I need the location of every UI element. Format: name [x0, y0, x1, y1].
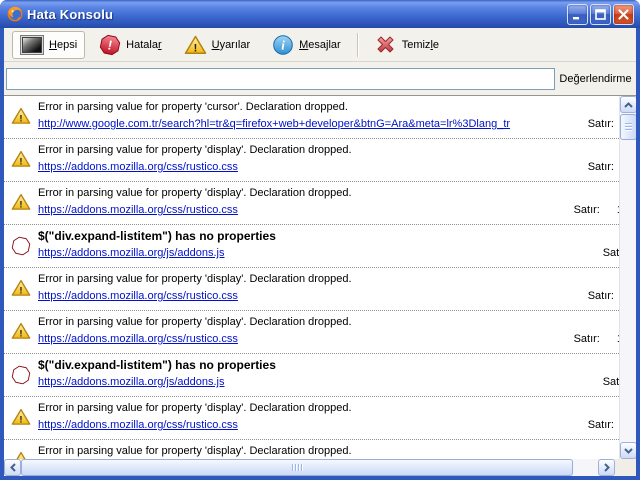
error-icon: ! [11, 236, 31, 256]
toolbar-button-all[interactable]: Hepsi [12, 31, 85, 59]
scroll-left-button[interactable] [4, 459, 21, 476]
info-icon: i [272, 34, 294, 56]
scroll-down-button[interactable] [620, 442, 636, 459]
warning-icon: ! [11, 107, 31, 127]
console-row[interactable]: ! ! Error in parsing value for property … [4, 96, 619, 139]
scrollbar-corner [615, 459, 636, 476]
console-row[interactable]: ! ! $("div.expand-listitem") has no prop… [4, 225, 619, 268]
horizontal-scroll-thumb[interactable] [21, 459, 573, 476]
toolbar-button-clear-label: Temizle [402, 39, 439, 51]
console-row[interactable]: ! ! Error in parsing value for property … [4, 182, 619, 225]
warning-icon: ! [11, 322, 31, 342]
source-link[interactable]: https://addons.mozilla.org/css/rustico.c… [38, 161, 238, 173]
line-label: Satır: [588, 419, 614, 431]
warning-icon: ! [11, 451, 31, 459]
error-message: Error in parsing value for property 'dis… [38, 187, 352, 199]
client-area: Hepsi ! Hatalar [4, 28, 636, 476]
scroll-up-button[interactable] [620, 96, 636, 113]
horizontal-scroll-track[interactable] [21, 459, 598, 476]
svg-text:i: i [281, 37, 285, 52]
console-region: ! ! Error in parsing value for property … [4, 95, 636, 476]
horizontal-scrollbar[interactable] [4, 459, 636, 476]
line-label: Satır: [603, 247, 619, 259]
error-console-window: Hata Konsolu [0, 0, 640, 480]
line-label: Satır: [588, 290, 614, 302]
console-row[interactable]: ! ! Error in parsing value for property … [4, 397, 619, 440]
svg-text:!: ! [19, 200, 22, 211]
toolbar-button-messages-label: Mesajlar [299, 39, 341, 51]
minimize-button[interactable] [567, 4, 588, 25]
console-row[interactable]: ! ! Error in parsing value for property … [4, 139, 619, 182]
console-list: ! ! Error in parsing value for property … [4, 96, 619, 459]
error-icon: ! [99, 34, 121, 56]
console-row[interactable]: ! ! Error in parsing value for property … [4, 440, 619, 459]
toolbar-button-errors-label: Hatalar [126, 39, 161, 51]
source-link[interactable]: https://addons.mozilla.org/js/addons.js [38, 247, 225, 259]
console-row[interactable]: ! ! Error in parsing value for property … [4, 268, 619, 311]
evaluate-row: Değerlendirme [4, 62, 636, 95]
toolbar-button-errors[interactable]: ! Hatalar [91, 31, 169, 59]
warning-icon: ! [184, 35, 207, 55]
toolbar-separator [357, 33, 359, 57]
evaluate-button[interactable]: Değerlendirme [555, 73, 636, 85]
toolbar: Hepsi ! Hatalar [4, 28, 636, 62]
svg-text:!: ! [18, 368, 25, 383]
source-link[interactable]: https://addons.mozilla.org/css/rustico.c… [38, 333, 238, 345]
close-button[interactable] [613, 4, 634, 25]
error-message: Error in parsing value for property 'dis… [38, 445, 352, 457]
line-label: Satır: [603, 376, 619, 388]
error-message: $("div.expand-listitem") has no properti… [38, 229, 276, 243]
firefox-icon [7, 6, 23, 22]
maximize-button[interactable] [590, 4, 611, 25]
toolbar-button-warnings-label: Uyarılar [212, 39, 251, 51]
toolbar-button-warnings[interactable]: ! Uyarılar [176, 31, 259, 59]
clear-icon [374, 33, 397, 56]
source-link[interactable]: https://addons.mozilla.org/js/addons.js [38, 376, 225, 388]
error-message: Error in parsing value for property 'dis… [38, 144, 352, 156]
line-label: Satır:1 [574, 333, 619, 345]
window-controls [567, 4, 634, 25]
warning-icon: ! [11, 408, 31, 428]
svg-text:!: ! [193, 42, 197, 54]
source-link[interactable]: http://www.google.com.tr/search?hl=tr&q=… [38, 118, 510, 130]
line-label: Satır: [588, 118, 614, 130]
toolbar-button-clear[interactable]: Temizle [366, 31, 447, 59]
vertical-scroll-thumb[interactable] [620, 114, 636, 140]
source-link[interactable]: https://addons.mozilla.org/css/rustico.c… [38, 419, 238, 431]
console-row[interactable]: ! ! $("div.expand-listitem") has no prop… [4, 354, 619, 397]
source-link[interactable]: https://addons.mozilla.org/css/rustico.c… [38, 290, 238, 302]
console-row[interactable]: ! ! Error in parsing value for property … [4, 311, 619, 354]
scroll-right-button[interactable] [598, 459, 615, 476]
svg-text:!: ! [19, 157, 22, 168]
source-link[interactable]: https://addons.mozilla.org/css/rustico.c… [38, 204, 238, 216]
svg-text:!: ! [19, 286, 22, 297]
svg-text:!: ! [18, 239, 25, 254]
vertical-scrollbar[interactable] [619, 96, 636, 459]
error-message: Error in parsing value for property 'dis… [38, 402, 352, 414]
warning-icon: ! [11, 279, 31, 299]
code-input[interactable] [6, 68, 555, 90]
error-message: $("div.expand-listitem") has no properti… [38, 358, 276, 372]
error-message: Error in parsing value for property 'dis… [38, 273, 352, 285]
toolbar-button-all-label: Hepsi [49, 39, 77, 51]
svg-text:!: ! [19, 329, 22, 340]
warning-icon: ! [11, 193, 31, 213]
svg-text:!: ! [19, 114, 22, 125]
line-label: Satır:1 [574, 204, 619, 216]
warning-icon: ! [11, 150, 31, 170]
window-title: Hata Konsolu [27, 7, 113, 22]
error-icon: ! [11, 365, 31, 385]
svg-text:!: ! [19, 415, 22, 426]
line-label: Satır: [588, 161, 614, 173]
console-icon [20, 35, 44, 55]
error-message: Error in parsing value for property 'cur… [38, 101, 348, 113]
toolbar-button-messages[interactable]: i Mesajlar [264, 31, 349, 59]
error-message: Error in parsing value for property 'dis… [38, 316, 352, 328]
titlebar[interactable]: Hata Konsolu [0, 0, 640, 28]
